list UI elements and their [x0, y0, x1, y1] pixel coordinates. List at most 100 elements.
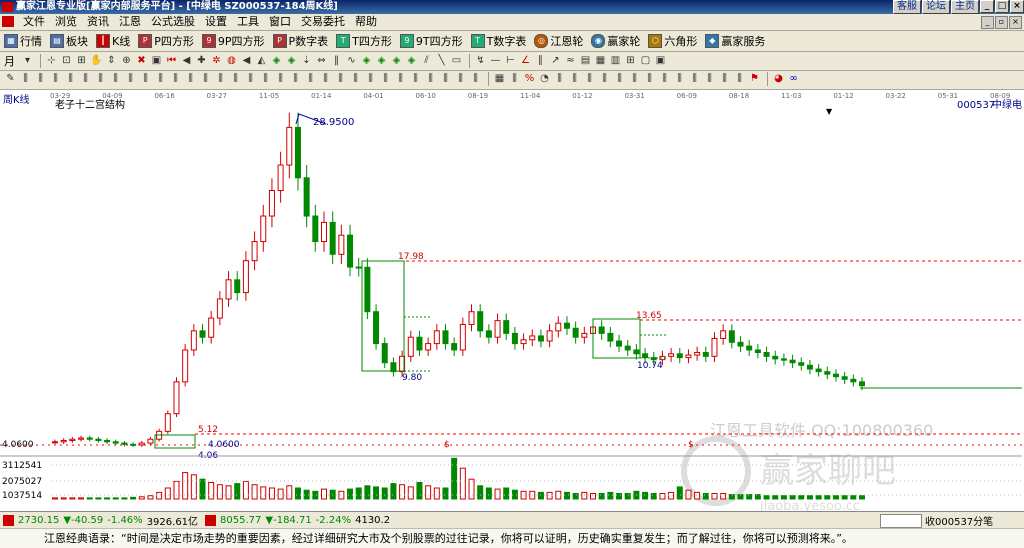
menu-info[interactable]: 资讯: [82, 14, 114, 30]
lasso-icon[interactable]: ↯: [474, 54, 487, 68]
gauge-icon[interactable]: ◔: [538, 72, 551, 86]
maximize-icon[interactable]: □: [995, 0, 1009, 13]
toolbar-9t-square-button[interactable]: 9 9T四方形: [399, 33, 463, 49]
table-icon[interactable]: ▦: [594, 54, 607, 68]
hline-icon[interactable]: —: [489, 54, 502, 68]
bars-14-icon[interactable]: ⫼: [199, 72, 212, 86]
bars-42-icon[interactable]: ⫼: [673, 72, 686, 86]
bars-38-icon[interactable]: ⫼: [613, 72, 626, 86]
customer-service-button[interactable]: 客服: [893, 0, 921, 14]
bars-44-icon[interactable]: ⫼: [703, 72, 716, 86]
hand-icon[interactable]: ✋: [90, 54, 103, 68]
menu-window[interactable]: 窗口: [264, 14, 296, 30]
diamond-tool-2-icon[interactable]: ◈: [285, 54, 298, 68]
mdi-restore-icon[interactable]: ▫: [995, 16, 1008, 29]
box-icon[interactable]: ▭: [450, 54, 463, 68]
bars-27-icon[interactable]: ⫼: [394, 72, 407, 86]
pan-icon[interactable]: ⇕: [105, 54, 118, 68]
bars-8-icon[interactable]: ⫼: [109, 72, 122, 86]
bars-13-icon[interactable]: ⫼: [184, 72, 197, 86]
bars-39-icon[interactable]: ⫼: [628, 72, 641, 86]
circle-tool-icon[interactable]: ◍: [225, 54, 238, 68]
expand-icon[interactable]: ⇔: [315, 54, 328, 68]
triangle-icon[interactable]: ◭: [255, 54, 268, 68]
bars-11-icon[interactable]: ⫼: [154, 72, 167, 86]
diamond-tool-3-icon[interactable]: ◈: [360, 54, 373, 68]
close-icon[interactable]: ×: [1010, 0, 1024, 13]
status-input-box[interactable]: [880, 513, 922, 528]
menu-trade[interactable]: 交易委托: [296, 14, 350, 30]
toolbar-t-number-button[interactable]: T T数字表: [470, 33, 526, 49]
link-icon[interactable]: ∞: [787, 72, 800, 86]
bars-15-icon[interactable]: ⫼: [214, 72, 227, 86]
ruler-icon[interactable]: ▤: [579, 54, 592, 68]
diamond-tool-5-icon[interactable]: ◈: [390, 54, 403, 68]
vline-icon[interactable]: ⊢: [504, 54, 517, 68]
zoom-icon[interactable]: ⊡: [60, 54, 73, 68]
prev-bar-icon[interactable]: ◀: [180, 54, 193, 68]
cursor-icon[interactable]: ⊹: [45, 54, 58, 68]
grid-3-icon[interactable]: ▦: [493, 72, 506, 86]
bars-30-icon[interactable]: ⫼: [439, 72, 452, 86]
bars-36-icon[interactable]: ⫼: [583, 72, 596, 86]
layout-icon[interactable]: ▣: [150, 54, 163, 68]
bars-22-icon[interactable]: ⫼: [319, 72, 332, 86]
menu-formula-select[interactable]: 公式选股: [146, 14, 200, 30]
toolbar-t-square-button[interactable]: T T四方形: [336, 33, 392, 49]
index-sz-icon[interactable]: [205, 514, 217, 526]
minimize-icon[interactable]: _: [980, 0, 994, 13]
chart-dropdown-icon[interactable]: ▼: [826, 107, 833, 116]
toolbar-hexagon-button[interactable]: ⬡ 六角形: [648, 33, 697, 49]
bars-5-icon[interactable]: ⫼: [64, 72, 77, 86]
bars-23-icon[interactable]: ⫼: [334, 72, 347, 86]
bars-25-icon[interactable]: ⫼: [364, 72, 377, 86]
bars-icon[interactable]: ‖: [330, 54, 343, 68]
bars-16-icon[interactable]: ⫼: [229, 72, 242, 86]
period-dropdown-icon[interactable]: ▾: [21, 54, 34, 68]
parallel-icon[interactable]: ∥: [534, 54, 547, 68]
bars-10-icon[interactable]: ⫼: [139, 72, 152, 86]
wave-2-icon[interactable]: ≈: [564, 54, 577, 68]
diamond-tool-6-icon[interactable]: ◈: [405, 54, 418, 68]
toolbar-p-number-button[interactable]: P P数字表: [272, 33, 328, 49]
first-bar-icon[interactable]: ⏮: [165, 54, 178, 68]
grid-2-icon[interactable]: ⊞: [624, 54, 637, 68]
menu-file[interactable]: 文件: [18, 14, 50, 30]
toolbar-winner-wheel-button[interactable]: ◉ 赢家轮: [591, 33, 640, 49]
bars-4-icon[interactable]: ⫼: [49, 72, 62, 86]
chart-icon[interactable]: ▥: [609, 54, 622, 68]
kline-chart-area[interactable]: 03-29 04-09 06-16 03-27 11-05 01-14 04-01 06-10…: [0, 90, 1024, 514]
channel-icon[interactable]: ⫽: [420, 54, 433, 68]
bars-29-icon[interactable]: ⫼: [424, 72, 437, 86]
window-2-icon[interactable]: ▣: [654, 54, 667, 68]
bars-46-icon[interactable]: ⫼: [733, 72, 746, 86]
fan-icon[interactable]: ✲: [210, 54, 223, 68]
toolbar-service-button[interactable]: ◆ 赢家服务: [705, 33, 765, 49]
toolbar-quote-button[interactable]: ▦ 行情: [4, 33, 42, 49]
bars-35-icon[interactable]: ⫼: [568, 72, 581, 86]
pie-icon[interactable]: ◕: [772, 72, 785, 86]
bars-32-icon[interactable]: ⫼: [469, 72, 482, 86]
bars-19-icon[interactable]: ⫼: [274, 72, 287, 86]
bars-24-icon[interactable]: ⫼: [349, 72, 362, 86]
menu-help[interactable]: 帮助: [350, 14, 382, 30]
toolbar-gann-wheel-button[interactable]: ◎ 江恩轮: [534, 33, 583, 49]
toolbar-9p-square-button[interactable]: 9 9P四方形: [201, 33, 265, 49]
menu-gann[interactable]: 江恩: [114, 14, 146, 30]
menu-browse[interactable]: 浏览: [50, 14, 82, 30]
bars-37-icon[interactable]: ⫼: [598, 72, 611, 86]
bars-21-icon[interactable]: ⫼: [304, 72, 317, 86]
back-icon[interactable]: ◀: [240, 54, 253, 68]
target-icon[interactable]: ⊕: [120, 54, 133, 68]
bars-12-icon[interactable]: ⫼: [169, 72, 182, 86]
bars-34-icon[interactable]: ⫼: [553, 72, 566, 86]
bars-26-icon[interactable]: ⫼: [379, 72, 392, 86]
line-icon[interactable]: ╲: [435, 54, 448, 68]
menu-tools[interactable]: 工具: [232, 14, 264, 30]
bars-9-icon[interactable]: ⫼: [124, 72, 137, 86]
down-arrow-icon[interactable]: ⇣: [300, 54, 313, 68]
homepage-button[interactable]: 主页: [951, 0, 979, 14]
wave-icon[interactable]: ∿: [345, 54, 358, 68]
diamond-tool-4-icon[interactable]: ◈: [375, 54, 388, 68]
bars-3-icon[interactable]: ⫼: [34, 72, 47, 86]
